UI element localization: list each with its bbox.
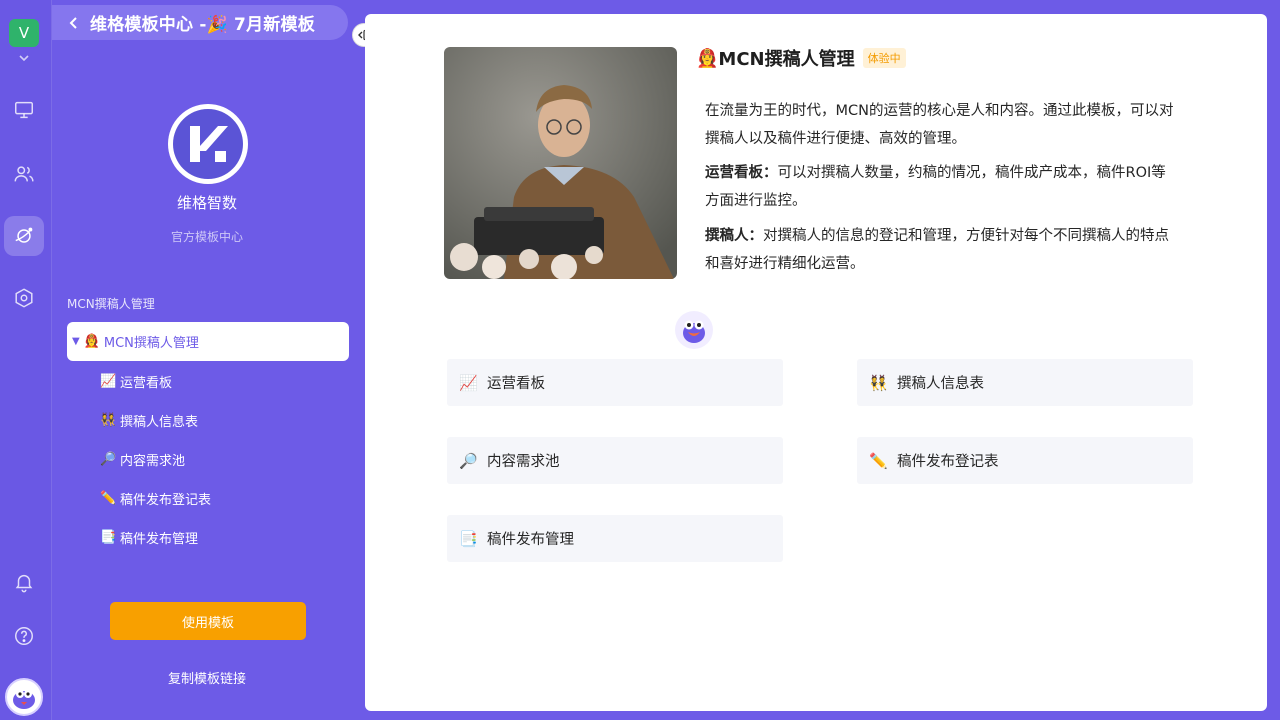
sheet-card-label: 运营看板 bbox=[487, 376, 545, 392]
writer-description: 撰稿人：对撰稿人的信息的登记和管理，方便针对每个不同撰稿人的特点和喜好进行精细化… bbox=[705, 222, 1180, 278]
sidebar-title: 维格模板中心 -🎉 7月新模板 bbox=[90, 15, 315, 35]
template-title: MCN撰稿人管理 bbox=[718, 49, 855, 70]
chart-emoji-icon: 📈 bbox=[459, 373, 478, 392]
tree-section-label: MCN撰稿人管理 bbox=[67, 297, 155, 311]
tree-item-label: 内容需求池 bbox=[120, 453, 186, 469]
template-sidebar: 维格模板中心 -🎉 7月新模板 维格智数 官方模板中心 MCN撰稿人管理 ▼ 👩… bbox=[52, 0, 375, 720]
mascot-icon bbox=[675, 311, 713, 349]
brand-name: 维格智数 bbox=[176, 194, 237, 212]
document-emoji-icon: 📑 bbox=[100, 529, 117, 545]
pencil-emoji-icon: ✏️ bbox=[100, 490, 117, 506]
tree-item-dashboard[interactable]: 📈 运营看板 bbox=[100, 366, 172, 396]
tree-item-writers[interactable]: 👯 撰稿人信息表 bbox=[100, 405, 198, 435]
sheet-card-label: 撰稿人信息表 bbox=[897, 376, 984, 392]
sheet-card-label: 内容需求池 bbox=[487, 454, 560, 470]
sheet-card-content-pool[interactable]: 🔎 内容需求池 bbox=[447, 437, 783, 484]
sidebar-header[interactable]: 维格模板中心 -🎉 7月新模板 bbox=[52, 5, 348, 40]
people-emoji-icon: 👯 bbox=[100, 412, 117, 428]
copy-template-link[interactable]: 复制模板链接 bbox=[52, 668, 362, 687]
tree-item-label: 稿件发布管理 bbox=[120, 531, 199, 547]
icon-rail: V bbox=[0, 0, 52, 720]
template-title-row: 👩‍🚒 MCN撰稿人管理 体验中 bbox=[696, 45, 906, 71]
dashboard-description: 运营看板：可以对撰稿人数量，约稿的情况，稿件成产成本，稿件ROI等方面进行监控。 bbox=[705, 159, 1180, 215]
sheet-card-label: 稿件发布登记表 bbox=[897, 454, 999, 470]
title-emoji-icon: 👩‍🚒 bbox=[696, 47, 719, 69]
firefighter-emoji-icon: 👩‍🚒 bbox=[83, 334, 100, 349]
members-icon[interactable] bbox=[4, 154, 44, 194]
magnifier-emoji-icon: 🔎 bbox=[100, 451, 117, 467]
monitor-icon[interactable] bbox=[4, 90, 44, 130]
sheet-card-writers[interactable]: 👯 撰稿人信息表 bbox=[857, 359, 1193, 406]
chevron-down-icon[interactable] bbox=[15, 51, 33, 65]
tree-item-publish-manage[interactable]: 📑 稿件发布管理 bbox=[100, 522, 198, 552]
people-emoji-icon: 👯 bbox=[869, 373, 888, 392]
hexagon-settings-icon[interactable] bbox=[4, 278, 44, 318]
workspace-avatar[interactable]: V bbox=[9, 19, 39, 47]
caret-down-icon[interactable]: ▼ bbox=[72, 336, 80, 347]
sheet-card-publish-manage[interactable]: 📑 稿件发布管理 bbox=[447, 515, 783, 562]
tree-item-content-pool[interactable]: 🔎 内容需求池 bbox=[100, 444, 185, 474]
bell-icon[interactable] bbox=[4, 562, 44, 602]
writer-label: 撰稿人： bbox=[705, 228, 763, 244]
sheet-card-dashboard[interactable]: 📈 运营看板 bbox=[447, 359, 783, 406]
help-icon[interactable] bbox=[4, 616, 44, 656]
template-intro: 在流量为王的时代，MCN的运营的核心是人和内容。通过此模板，可以对撰稿人以及稿件… bbox=[705, 103, 1174, 147]
tree-item-label: 稿件发布登记表 bbox=[120, 492, 212, 508]
template-planet-icon[interactable] bbox=[4, 216, 44, 256]
sheet-card-publish-register[interactable]: ✏️ 稿件发布登记表 bbox=[857, 437, 1193, 484]
tree-root-item[interactable]: ▼ 👩‍🚒 MCN撰稿人管理 bbox=[67, 322, 349, 361]
dashboard-label: 运营看板： bbox=[705, 165, 778, 181]
magnifier-emoji-icon: 🔎 bbox=[459, 451, 478, 470]
sheet-card-label: 稿件发布管理 bbox=[487, 532, 574, 548]
tree-item-label: 运营看板 bbox=[120, 375, 173, 391]
brand-subtitle: 官方模板中心 bbox=[170, 230, 243, 244]
writer-text: 对撰稿人的信息的登记和管理，方便针对每个不同撰稿人的特点和喜好进行精细化运营。 bbox=[705, 228, 1169, 272]
document-emoji-icon: 📑 bbox=[459, 529, 478, 548]
trial-badge: 体验中 bbox=[862, 48, 906, 68]
pencil-emoji-icon: ✏️ bbox=[869, 451, 888, 470]
user-avatar[interactable] bbox=[5, 678, 43, 716]
tree-item-publish-register[interactable]: ✏️ 稿件发布登记表 bbox=[100, 483, 211, 513]
tree-root-label: MCN撰稿人管理 bbox=[103, 336, 199, 351]
tree-item-label: 撰稿人信息表 bbox=[120, 414, 199, 430]
chart-emoji-icon: 📈 bbox=[100, 373, 117, 389]
use-template-button[interactable]: 使用模板 bbox=[110, 602, 306, 640]
template-cover-image bbox=[444, 47, 677, 279]
template-detail-panel: 👩‍🚒 MCN撰稿人管理 体验中 在流量为王的时代，MCN的运营的核心是人和内容… bbox=[365, 14, 1267, 711]
back-arrow-icon[interactable] bbox=[64, 13, 84, 33]
brand-logo bbox=[168, 104, 248, 184]
